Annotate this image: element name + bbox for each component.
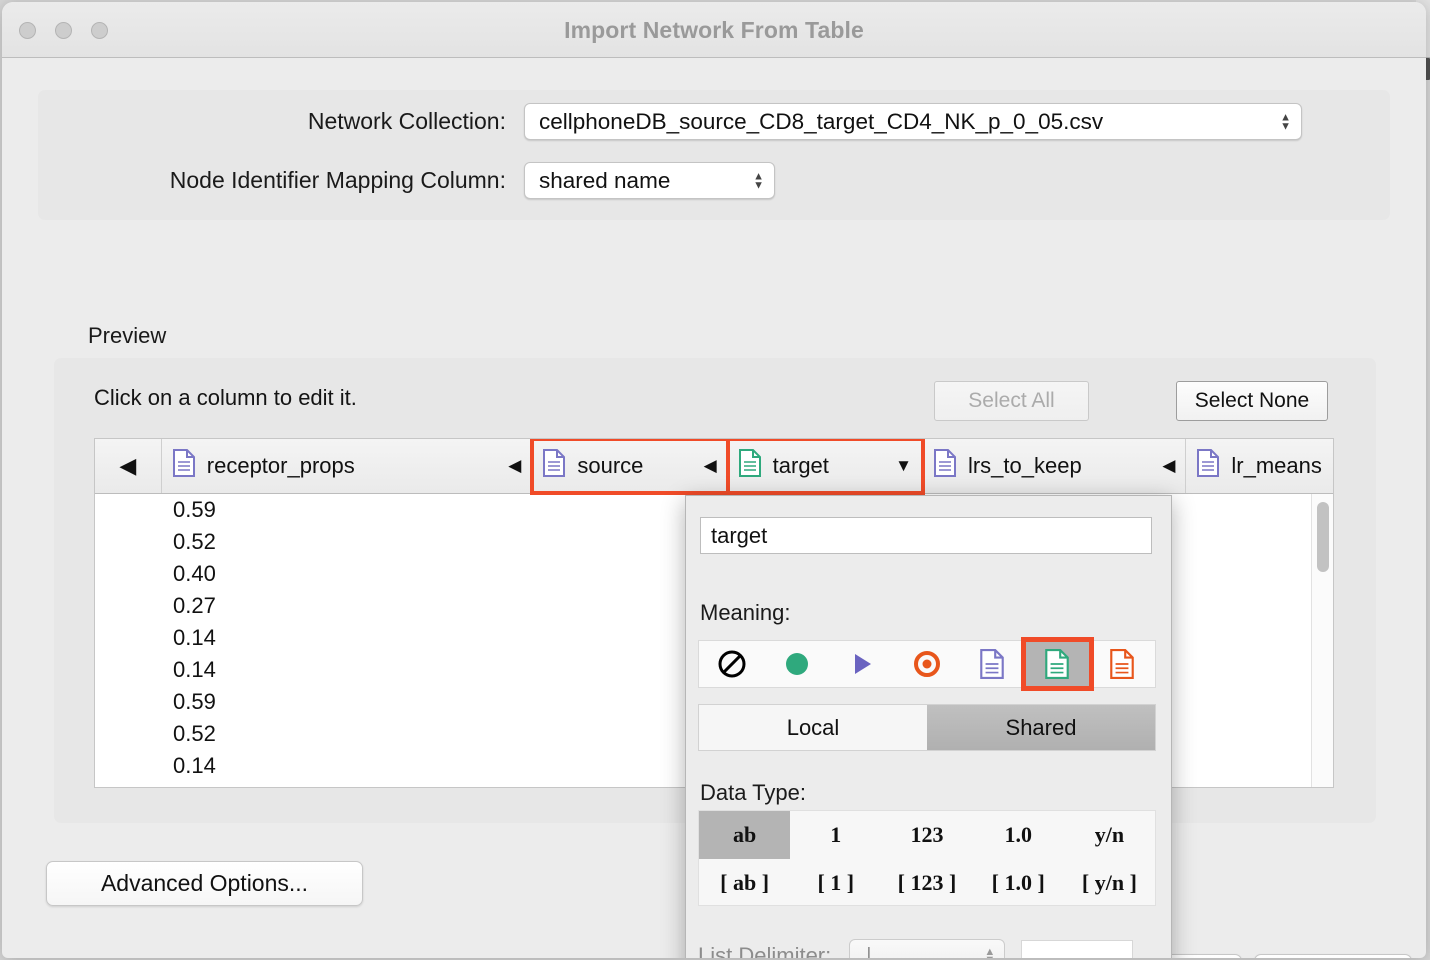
document-purple-icon <box>542 449 566 483</box>
screen: Import Network From Table Network Collec… <box>0 0 1430 960</box>
meaning-label: Meaning: <box>700 600 791 626</box>
data-type-row-list: [ ab ] [ 1 ] [ 123 ] [ 1.0 ] [ y/n ] <box>699 859 1155 907</box>
meaning-icon-bar <box>698 640 1156 688</box>
document-green-icon <box>738 449 762 483</box>
data-type-row-scalar: ab 1 123 1.0 y/n <box>699 811 1155 859</box>
column-header-label: source <box>577 453 643 479</box>
data-type-string-list[interactable]: [ ab ] <box>699 859 790 907</box>
node-identifier-select[interactable]: shared name ▲▼ <box>524 162 775 199</box>
edge-attribute-icon[interactable] <box>960 641 1025 687</box>
select-all-button[interactable]: Select All <box>934 381 1089 421</box>
cell-receptor_props: 0.59 <box>163 497 543 523</box>
cell-receptor_props: 0.40 <box>163 561 543 587</box>
list-delimiter-select[interactable]: | ▲▼ <box>849 939 1005 958</box>
advanced-options-button[interactable]: Advanced Options... <box>46 861 363 906</box>
node-identifier-label: Node Identifier Mapping Column: <box>38 167 524 194</box>
column-editor-popup: target Meaning: <box>685 495 1172 958</box>
data-type-boolean-list[interactable]: [ y/n ] <box>1064 859 1155 907</box>
ok-button[interactable]: OK <box>1254 954 1412 958</box>
data-type-label: Data Type: <box>700 780 806 806</box>
column-header-target[interactable]: target ▼ <box>728 439 923 493</box>
scope-segmented-control: Local Shared <box>698 704 1156 751</box>
triangle-down-icon[interactable]: ▼ <box>881 456 912 476</box>
table-header-row: ◀ receptor_props ◀ <box>95 439 1333 494</box>
column-header-lr_means[interactable]: lr_means <box>1186 439 1333 493</box>
interaction-type-icon[interactable] <box>829 641 894 687</box>
source-attribute-icon[interactable] <box>1025 641 1090 687</box>
cell-receptor_props: 0.59 <box>163 689 543 715</box>
data-type-long-list[interactable]: [ 123 ] <box>881 859 972 907</box>
list-delimiter-row: List Delimiter: | ▲▼ <box>698 936 1160 958</box>
document-purple-icon <box>1196 449 1220 483</box>
column-header-label: receptor_props <box>207 453 355 479</box>
network-collection-row: Network Collection: cellphoneDB_source_C… <box>38 103 1390 140</box>
triangle-left-icon: ◀ <box>119 453 136 479</box>
chevron-updown-icon: ▲▼ <box>1280 113 1291 130</box>
column-header-lrs_to_keep[interactable]: lrs_to_keep ◀ <box>923 439 1186 493</box>
network-collection-select[interactable]: cellphoneDB_source_CD8_target_CD4_NK_p_0… <box>524 103 1302 140</box>
data-type-integer-list[interactable]: [ 1 ] <box>790 859 881 907</box>
column-header-label: lr_means <box>1231 453 1321 479</box>
column-header-source[interactable]: source ◀ <box>532 439 727 493</box>
target-node-icon[interactable] <box>894 641 959 687</box>
column-name-input[interactable]: target <box>700 517 1152 554</box>
title-bar: Import Network From Table <box>2 2 1426 58</box>
data-type-integer[interactable]: 1 <box>790 811 881 859</box>
source-node-icon[interactable] <box>764 641 829 687</box>
scope-option-local[interactable]: Local <box>699 705 927 750</box>
data-type-float[interactable]: 1.0 <box>973 811 1064 859</box>
cell-receptor_props: 0.27 <box>163 593 543 619</box>
data-type-float-list[interactable]: [ 1.0 ] <box>973 859 1064 907</box>
node-identifier-value: shared name <box>539 168 670 194</box>
column-header-receptor_props[interactable]: receptor_props ◀ <box>162 439 533 493</box>
triangle-left-icon[interactable]: ◀ <box>1148 456 1175 476</box>
data-type-string[interactable]: ab <box>699 811 790 859</box>
cell-receptor_props: 0.52 <box>163 721 543 747</box>
table-vertical-scrollbar[interactable] <box>1311 494 1333 788</box>
settings-group: Network Collection: cellphoneDB_source_C… <box>38 90 1390 220</box>
list-delimiter-custom-input[interactable] <box>1021 940 1133 958</box>
cell-receptor_props: 0.52 <box>163 529 543 555</box>
dialog-title: Import Network From Table <box>2 17 1426 44</box>
select-none-button[interactable]: Select None <box>1176 381 1328 421</box>
column-header-label: target <box>773 453 829 479</box>
preview-section-label: Preview <box>88 323 166 349</box>
data-type-long[interactable]: 123 <box>881 811 972 859</box>
triangle-left-icon[interactable]: ◀ <box>690 456 717 476</box>
scope-option-shared[interactable]: Shared <box>927 705 1155 750</box>
chevron-updown-icon: ▲▼ <box>984 948 995 958</box>
chevron-updown-icon: ▲▼ <box>753 172 764 189</box>
cell-receptor_props: 0.14 <box>163 625 543 651</box>
scrollbar-thumb[interactable] <box>1317 502 1329 572</box>
preview-hint: Click on a column to edit it. <box>94 385 357 411</box>
cell-receptor_props: 0.14 <box>163 657 543 683</box>
list-delimiter-value: | <box>866 945 871 959</box>
dialog-body: Network Collection: cellphoneDB_source_C… <box>2 58 1426 958</box>
column-header-label: lrs_to_keep <box>968 453 1082 479</box>
cell-receptor_props: 0.14 <box>163 753 543 779</box>
network-collection-value: cellphoneDB_source_CD8_target_CD4_NK_p_0… <box>539 109 1103 135</box>
column-collapse-left-handle[interactable]: ◀ <box>95 439 162 493</box>
not-imported-icon[interactable] <box>699 641 764 687</box>
document-purple-icon <box>172 449 196 483</box>
document-purple-icon <box>933 449 957 483</box>
data-type-grid: ab 1 123 1.0 y/n [ ab ] [ 1 ] [ 123 ] [ … <box>698 810 1156 906</box>
list-delimiter-label: List Delimiter: <box>698 943 831 958</box>
triangle-left-icon[interactable]: ◀ <box>494 456 521 476</box>
data-type-boolean[interactable]: y/n <box>1064 811 1155 859</box>
node-identifier-row: Node Identifier Mapping Column: shared n… <box>38 162 1390 199</box>
target-attribute-icon[interactable] <box>1090 641 1155 687</box>
network-collection-label: Network Collection: <box>38 108 524 135</box>
import-network-dialog: Import Network From Table Network Collec… <box>2 2 1426 958</box>
